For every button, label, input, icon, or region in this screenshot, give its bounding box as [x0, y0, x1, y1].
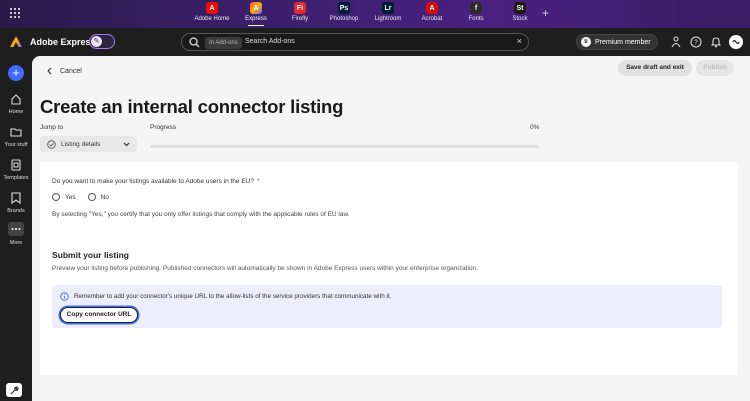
rail-item-label: Your stuff — [4, 142, 28, 148]
progress-label: Progress — [150, 124, 177, 131]
app-firefly-icon: Fi — [294, 2, 306, 14]
eu-radio-group: Yes No — [52, 193, 121, 201]
add-app-icon[interactable]: + — [542, 6, 549, 20]
more-icon — [11, 228, 21, 230]
rail-item-templates[interactable]: Templates — [0, 159, 32, 181]
app-label: Firefly — [291, 16, 309, 22]
search-input[interactable]: Search Add-ons — [245, 38, 295, 45]
home-icon — [11, 94, 21, 105]
radio-no-label[interactable]: No — [101, 194, 109, 201]
app-list: A Adobe Home A Express Fi Firefly Ps Photoshop L… — [190, 2, 542, 26]
app-adobe-home[interactable]: A Adobe Home — [190, 2, 234, 26]
search-icon — [189, 37, 200, 48]
toggle-knob-icon: ✎ — [91, 36, 102, 47]
submit-section-title: Submit your listing — [52, 250, 129, 260]
copy-connector-url-button[interactable]: Copy connector URL — [60, 307, 138, 323]
submit-section-description: Preview your listing before publishing. … — [52, 265, 478, 272]
rail-item-your-stuff[interactable]: Your stuff — [0, 126, 32, 148]
chevron-left-icon — [47, 67, 52, 75]
folder-icon — [10, 128, 22, 137]
radio-yes-label[interactable]: Yes — [65, 194, 76, 201]
rail-item-brands[interactable]: Brands — [0, 192, 32, 214]
wrench-icon — [10, 385, 19, 394]
app-express-icon: A — [250, 2, 262, 14]
brands-icon — [11, 192, 21, 204]
app-label: Photoshop — [329, 16, 359, 22]
cancel-label: Cancel — [60, 67, 82, 75]
search-scope-chip[interactable]: In Add-ons — [205, 37, 242, 49]
app-label: Adobe Home — [194, 16, 230, 22]
rail-item-label: More — [9, 240, 23, 246]
app-label: Fonts — [468, 16, 484, 22]
theme-toggle[interactable]: ✎ — [89, 34, 115, 49]
radio-yes[interactable] — [52, 193, 60, 201]
eu-question: Do you want to make your listings availa… — [52, 178, 260, 185]
notifications-bell-icon[interactable] — [710, 36, 722, 48]
help-icon[interactable]: ? — [690, 36, 702, 48]
app-label: Stock — [512, 16, 528, 22]
templates-icon — [11, 159, 21, 171]
premium-label: Premium member — [595, 38, 651, 46]
app-lightroom[interactable]: Lr Lightroom — [366, 2, 410, 26]
app-label: Lightroom — [374, 16, 402, 22]
adobe-express-logo-icon[interactable] — [10, 36, 22, 47]
learn-icon[interactable] — [670, 36, 682, 48]
rail-item-label: Templates — [3, 175, 29, 181]
app-lightroom-icon: Lr — [382, 2, 394, 14]
progress-bar — [150, 145, 539, 148]
user-avatar[interactable] — [729, 35, 743, 49]
info-icon — [60, 292, 69, 301]
listing-form-card: Do you want to make your listings availa… — [40, 162, 738, 375]
required-mark: * — [256, 178, 260, 185]
app-grid-icon[interactable] — [10, 8, 20, 18]
check-circle-icon — [47, 139, 56, 149]
app-fonts-icon: f — [470, 2, 482, 14]
info-callout: Remember to add your connector's unique … — [52, 285, 722, 328]
page-title: Create an internal connector listing — [40, 96, 344, 117]
rail-item-home[interactable]: Home — [0, 93, 32, 115]
jump-to-select[interactable]: Listing details — [40, 136, 137, 152]
crown-icon: ♛ — [581, 37, 591, 47]
radio-no[interactable] — [87, 193, 96, 201]
progress-percent: 0% — [530, 124, 540, 131]
app-acrobat[interactable]: A Acrobat — [410, 2, 454, 26]
app-label: Express — [245, 16, 267, 22]
app-label: Acrobat — [421, 16, 443, 22]
info-text: Remember to add your connector's unique … — [74, 293, 392, 300]
rail-item-more[interactable]: More — [0, 222, 32, 246]
eu-question-text: Do you want to make your listings availa… — [52, 178, 254, 185]
create-new-button[interactable]: + — [8, 65, 24, 81]
app-switcher-bar: A Adobe Home A Express Fi Firefly Ps Photoshop L… — [0, 0, 750, 28]
app-photoshop-icon: Ps — [338, 2, 350, 14]
rail-item-label: Brands — [7, 208, 25, 214]
premium-member-button[interactable]: ♛ Premium member — [576, 34, 658, 50]
jump-to-value: Listing details — [61, 140, 101, 148]
publish-button[interactable]: Publish — [696, 60, 734, 76]
rail-item-label: Home — [8, 109, 24, 115]
app-photoshop[interactable]: Ps Photoshop — [322, 2, 366, 26]
app-adobe-home-icon: A — [206, 2, 218, 14]
jump-to-label: Jump to — [40, 124, 64, 131]
brand-name: Adobe Express — [30, 37, 96, 47]
search-bar[interactable]: In Add-ons Search Add-ons × — [181, 33, 529, 51]
left-rail: + Home Your stuff Templates Brands More — [0, 56, 32, 401]
save-draft-button[interactable]: Save draft and exit — [618, 60, 692, 76]
svg-text:?: ? — [694, 40, 698, 47]
cancel-button[interactable]: Cancel — [46, 64, 82, 78]
user-avatar-icon — [732, 39, 740, 45]
main-header: Adobe Express ✎ In Add-ons Search Add-on… — [0, 28, 750, 56]
app-stock-icon: St — [514, 2, 526, 14]
app-express[interactable]: A Express — [234, 2, 278, 26]
main-content: Cancel Save draft and exit Publish Creat… — [32, 56, 750, 401]
eu-certify-text: By selecting "Yes," you certify that you… — [52, 211, 350, 218]
app-firefly[interactable]: Fi Firefly — [278, 2, 322, 26]
app-acrobat-icon: A — [426, 2, 438, 14]
developer-tools-button[interactable] — [6, 383, 22, 397]
app-stock[interactable]: St Stock — [498, 2, 542, 26]
chevron-down-icon — [123, 142, 130, 146]
clear-search-icon[interactable]: × — [517, 36, 522, 46]
app-fonts[interactable]: f Fonts — [454, 2, 498, 26]
